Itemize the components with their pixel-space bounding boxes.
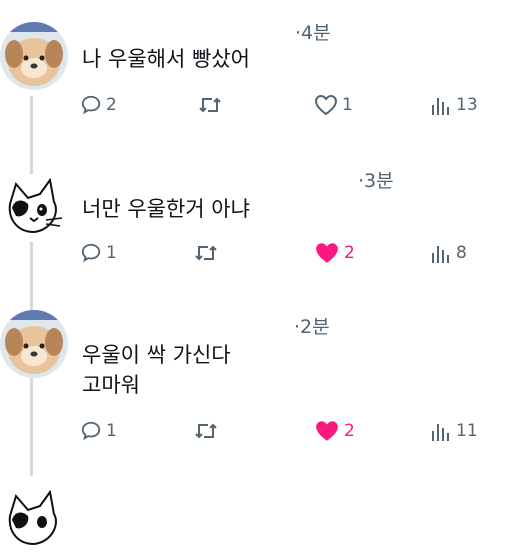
views-button[interactable]: 13 (430, 90, 478, 120)
avatar-puppy[interactable] (0, 310, 68, 378)
post-actions: 1 2 8 (80, 238, 500, 268)
retweet-button[interactable] (194, 416, 222, 446)
reply-button[interactable]: 1 (80, 238, 117, 268)
reply-icon (80, 242, 102, 264)
avatar-cat[interactable] (0, 486, 68, 554)
views-icon (430, 242, 452, 264)
retweet-icon (198, 94, 222, 116)
post-text: 우울이 싹 가신다 고마워 (82, 343, 231, 397)
retweet-button[interactable] (194, 238, 222, 268)
heart-icon (314, 419, 340, 443)
post-time[interactable]: ·4분 (295, 18, 331, 45)
like-count: 2 (344, 243, 355, 263)
post-2[interactable]: ·3분 너만 우울한거 아냐 1 2 8 (0, 150, 526, 296)
post-text: 너만 우울한거 아냐 (82, 197, 250, 221)
reply-count: 2 (106, 95, 117, 115)
views-icon (430, 94, 452, 116)
avatar-cat[interactable] (0, 174, 68, 242)
heart-icon (314, 94, 338, 116)
post-actions: 1 2 11 (80, 416, 500, 446)
views-button[interactable]: 11 (430, 416, 478, 446)
post-3[interactable]: ·2분 우울이 싹 가신다 고마워 1 2 11 (0, 296, 526, 476)
heart-icon (314, 241, 340, 265)
reply-count: 1 (106, 243, 117, 263)
post-text: 나 우울해서 빵샀어 (82, 47, 250, 71)
avatar-puppy[interactable] (0, 22, 68, 90)
views-icon (430, 420, 452, 442)
reply-count: 1 (106, 421, 117, 441)
reply-icon (80, 94, 102, 116)
post-1[interactable]: ·4분 나 우울해서 빵샀어 2 1 13 (0, 0, 526, 150)
like-button[interactable]: 2 (314, 238, 355, 268)
view-count: 13 (456, 95, 478, 115)
view-count: 11 (456, 421, 478, 441)
like-count: 2 (344, 421, 355, 441)
view-count: 8 (456, 243, 467, 263)
retweet-icon (194, 420, 218, 442)
reply-button[interactable]: 2 (80, 90, 117, 120)
reply-icon (80, 420, 102, 442)
retweet-icon (194, 242, 218, 264)
views-button[interactable]: 8 (430, 238, 467, 268)
like-count: 1 (342, 95, 353, 115)
post-actions: 2 1 13 (80, 90, 500, 120)
like-button[interactable]: 1 (314, 90, 353, 120)
retweet-button[interactable] (198, 90, 226, 120)
post-time[interactable]: ·2분 (294, 312, 330, 339)
post-time[interactable]: ·3분 (358, 166, 394, 193)
reply-button[interactable]: 1 (80, 416, 117, 446)
like-button[interactable]: 2 (314, 416, 355, 446)
